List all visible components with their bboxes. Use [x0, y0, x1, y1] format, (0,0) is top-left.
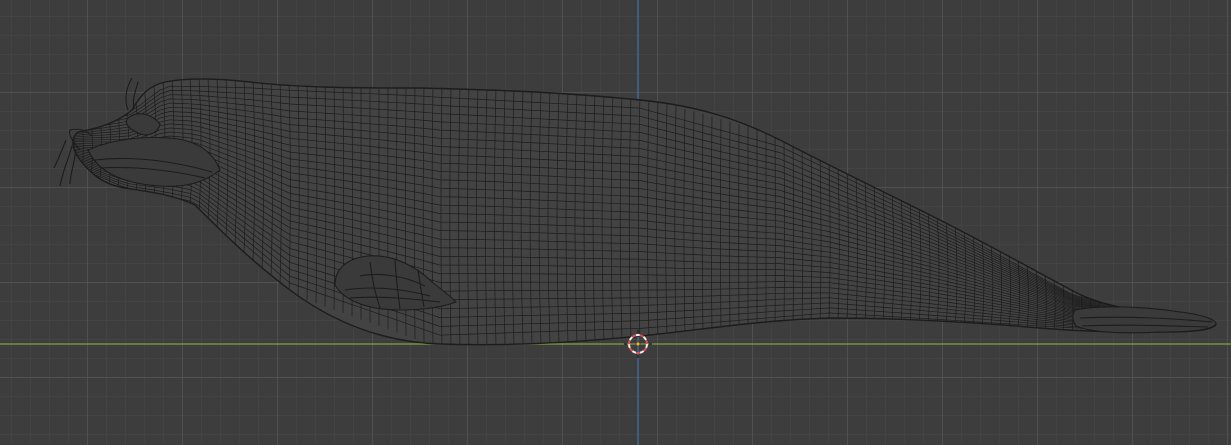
seal-whisker [69, 149, 77, 185]
object-origin-icon [635, 341, 641, 347]
seal-mesh[interactable] [53, 77, 1220, 348]
3d-viewport[interactable] [0, 0, 1231, 445]
seal-whisker [53, 139, 67, 169]
seal-tail-flipper [1072, 306, 1217, 334]
seal-whisker [125, 77, 133, 111]
viewport-scene[interactable] [0, 0, 1231, 445]
tail-outline [1072, 306, 1217, 334]
